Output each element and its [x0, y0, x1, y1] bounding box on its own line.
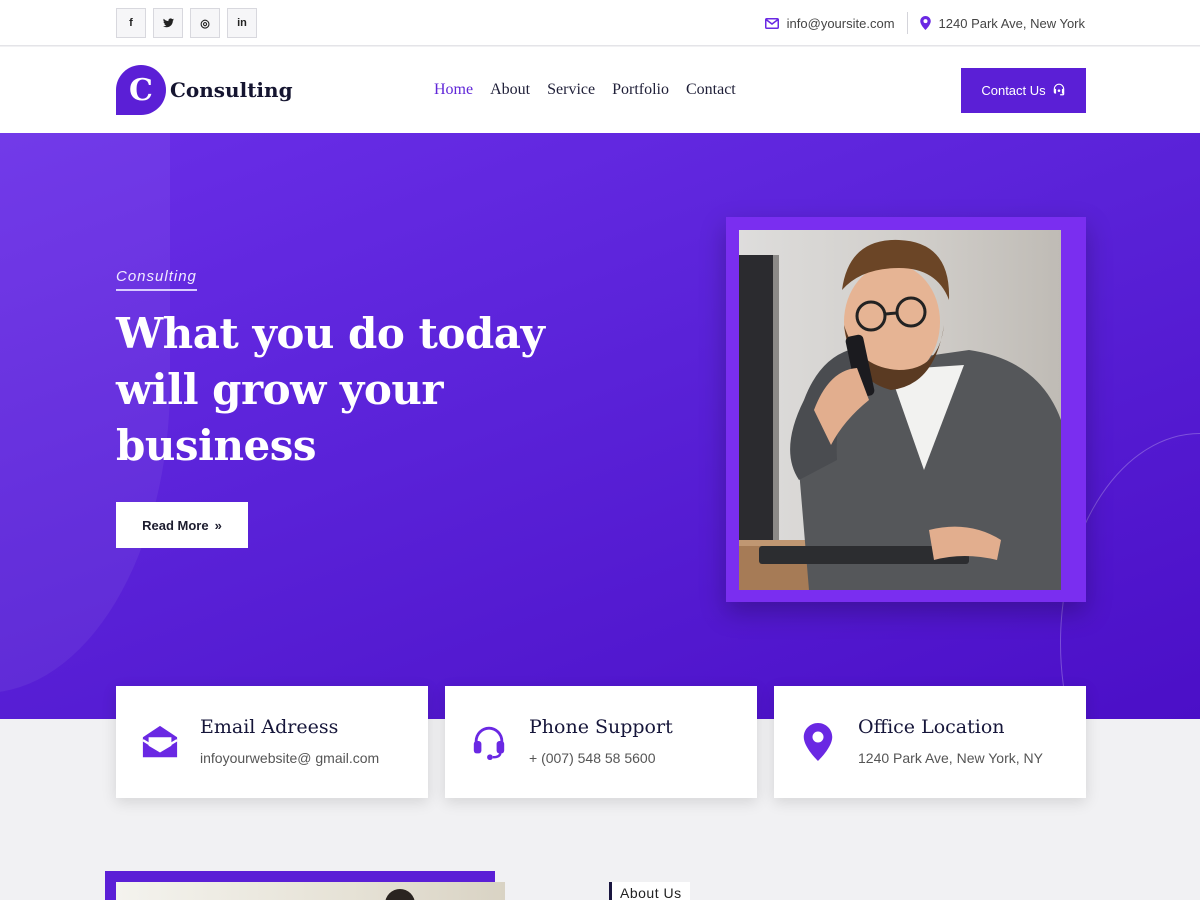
site-header: C Consulting Home About Service Portfoli…	[0, 47, 1200, 133]
logo-mark: C	[116, 65, 166, 115]
envelope-open-icon	[140, 722, 180, 762]
social-links: f ◎ in	[116, 8, 257, 38]
twitter-icon[interactable]	[153, 8, 183, 38]
linkedin-icon[interactable]: in	[227, 8, 257, 38]
envelope-icon	[764, 17, 779, 29]
divider	[906, 12, 908, 34]
nav-contact[interactable]: Contact	[686, 81, 736, 99]
card-text[interactable]: + (007) 548 58 5600	[529, 750, 656, 766]
card-title: Email Adreess	[200, 716, 339, 738]
logo-text: Consulting	[170, 78, 293, 102]
facebook-icon[interactable]: f	[116, 8, 146, 38]
read-more-label: Read More	[142, 517, 209, 533]
nav-about[interactable]: About	[490, 81, 530, 99]
hero-photo-frame	[726, 217, 1086, 602]
about-us-label: About Us	[609, 882, 690, 900]
info-card-email: Email Adreess infoyourwebsite@ gmail.com	[116, 686, 428, 798]
info-card-phone: Phone Support + (007) 548 58 5600	[445, 686, 757, 798]
hero-photo	[739, 230, 1061, 590]
nav-portfolio[interactable]: Portfolio	[612, 81, 669, 99]
contact-us-label: Contact Us	[981, 83, 1046, 98]
location-pin-icon	[919, 16, 931, 30]
contact-us-button[interactable]: Contact Us	[961, 68, 1086, 113]
logo[interactable]: C Consulting	[116, 65, 293, 115]
instagram-icon[interactable]: ◎	[190, 8, 220, 38]
headset-icon	[1052, 83, 1066, 99]
hero-kicker: Consulting	[116, 268, 197, 291]
hero-title: What you do today will grow your busines…	[116, 309, 545, 470]
top-contact-info: info@yoursite.com 1240 Park Ave, New Yor…	[764, 12, 1085, 34]
read-more-button[interactable]: Read More »	[116, 502, 248, 548]
about-photo	[116, 882, 505, 900]
headset-icon	[469, 722, 509, 762]
card-title: Phone Support	[529, 716, 673, 738]
nav-home[interactable]: Home	[434, 81, 473, 99]
location-pin-icon	[798, 722, 838, 762]
card-text: infoyourwebsite@ gmail.com	[200, 750, 380, 766]
info-cards: Email Adreess infoyourwebsite@ gmail.com…	[116, 686, 1086, 798]
top-email[interactable]: info@yoursite.com	[787, 16, 895, 31]
hero-section: Consulting What you do today will grow y…	[0, 133, 1200, 719]
nav-service[interactable]: Service	[547, 81, 595, 99]
card-text: 1240 Park Ave, New York, NY	[858, 750, 1043, 766]
double-chevron-right-icon: »	[214, 517, 222, 533]
info-card-location: Office Location 1240 Park Ave, New York,…	[774, 686, 1086, 798]
top-bar: f ◎ in info@yoursite.com 1240 Park Ave, …	[0, 0, 1200, 46]
top-address: 1240 Park Ave, New York	[938, 15, 1085, 31]
card-title: Office Location	[858, 716, 1005, 738]
main-nav: Home About Service Portfolio Contact	[434, 81, 736, 99]
